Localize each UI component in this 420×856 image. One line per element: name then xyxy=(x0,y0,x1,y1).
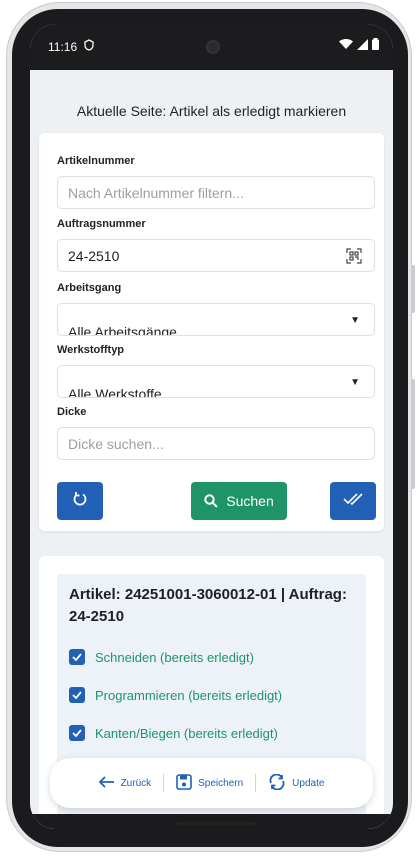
thickness-input[interactable]: Dicke suchen... xyxy=(57,427,375,460)
filter-card: Artikelnummer Nach Artikelnummer filtern… xyxy=(39,133,384,531)
sync-icon xyxy=(268,773,286,793)
article-number-label: Artikelnummer xyxy=(57,155,135,167)
order-number-input[interactable]: 24-2510 xyxy=(57,239,375,272)
thickness-label: Dicke xyxy=(57,406,87,418)
order-number-value: 24-2510 xyxy=(68,247,120,264)
checkbox-checked-icon[interactable] xyxy=(69,725,85,741)
arrow-left-icon xyxy=(98,775,115,791)
check-label-cutting: Schneiden (bereits erledigt) xyxy=(95,649,254,665)
reset-icon xyxy=(72,491,88,512)
home-indicator[interactable] xyxy=(176,822,256,825)
front-camera xyxy=(206,40,220,54)
floppy-disk-icon xyxy=(176,773,192,793)
checkbox-checked-icon[interactable] xyxy=(69,687,85,703)
double-check-icon xyxy=(343,492,363,511)
article-title: Artikel: 24251001-3060012-01 | Auftrag: … xyxy=(69,586,347,625)
checkbox-checked-icon[interactable] xyxy=(69,649,85,665)
check-row-programming[interactable]: Programmieren (bereits erledigt) xyxy=(69,687,282,703)
screen: 11:16 Aktuelle Seite: Artikel als erledi… xyxy=(30,24,393,829)
operation-select[interactable]: Alle Arbeitsgänge ▼ xyxy=(57,303,375,336)
search-button-label: Suchen xyxy=(226,493,274,509)
search-button[interactable]: Suchen xyxy=(191,482,287,520)
back-label: Zurück xyxy=(120,777,152,789)
material-type-label: Werkstofftyp xyxy=(57,344,125,356)
article-number-input[interactable]: Nach Artikelnummer filtern... xyxy=(57,176,375,209)
status-time: 11:16 xyxy=(48,40,78,54)
save-button[interactable]: Speichern xyxy=(164,773,255,793)
check-label-bending: Kanten/Biegen (bereits erledigt) xyxy=(95,725,278,741)
update-button[interactable]: Update xyxy=(256,773,336,793)
check-row-bending[interactable]: Kanten/Biegen (bereits erledigt) xyxy=(69,725,278,741)
shield-icon xyxy=(84,39,94,54)
status-bar: 11:16 xyxy=(30,24,393,70)
order-number-label: Auftragsnummer xyxy=(57,218,146,230)
operation-label: Arbeitsgang xyxy=(57,282,122,294)
power-button xyxy=(411,379,415,489)
check-row-cutting[interactable]: Schneiden (bereits erledigt) xyxy=(69,649,254,665)
battery-icon xyxy=(372,38,379,53)
save-label: Speichern xyxy=(198,777,244,789)
mark-all-done-button[interactable] xyxy=(330,482,376,520)
operation-selected: Alle Arbeitsgänge xyxy=(68,324,177,336)
qr-scan-icon[interactable] xyxy=(346,248,362,267)
bottom-action-bar: Zurück Speichern Update xyxy=(50,758,373,808)
check-label-programming: Programmieren (bereits erledigt) xyxy=(95,687,283,703)
signal-icon xyxy=(357,38,368,53)
caret-down-icon: ▼ xyxy=(350,377,360,388)
reset-button[interactable] xyxy=(57,482,103,520)
caret-down-icon: ▼ xyxy=(350,315,360,326)
search-icon xyxy=(204,494,218,508)
back-button[interactable]: Zurück xyxy=(87,775,164,791)
update-label: Update xyxy=(292,777,325,789)
volume-button xyxy=(411,265,415,313)
material-type-select[interactable]: Alle Werkstoffe ▼ xyxy=(57,365,375,398)
material-type-selected: Alle Werkstoffe xyxy=(68,386,162,398)
wifi-icon xyxy=(339,38,353,53)
